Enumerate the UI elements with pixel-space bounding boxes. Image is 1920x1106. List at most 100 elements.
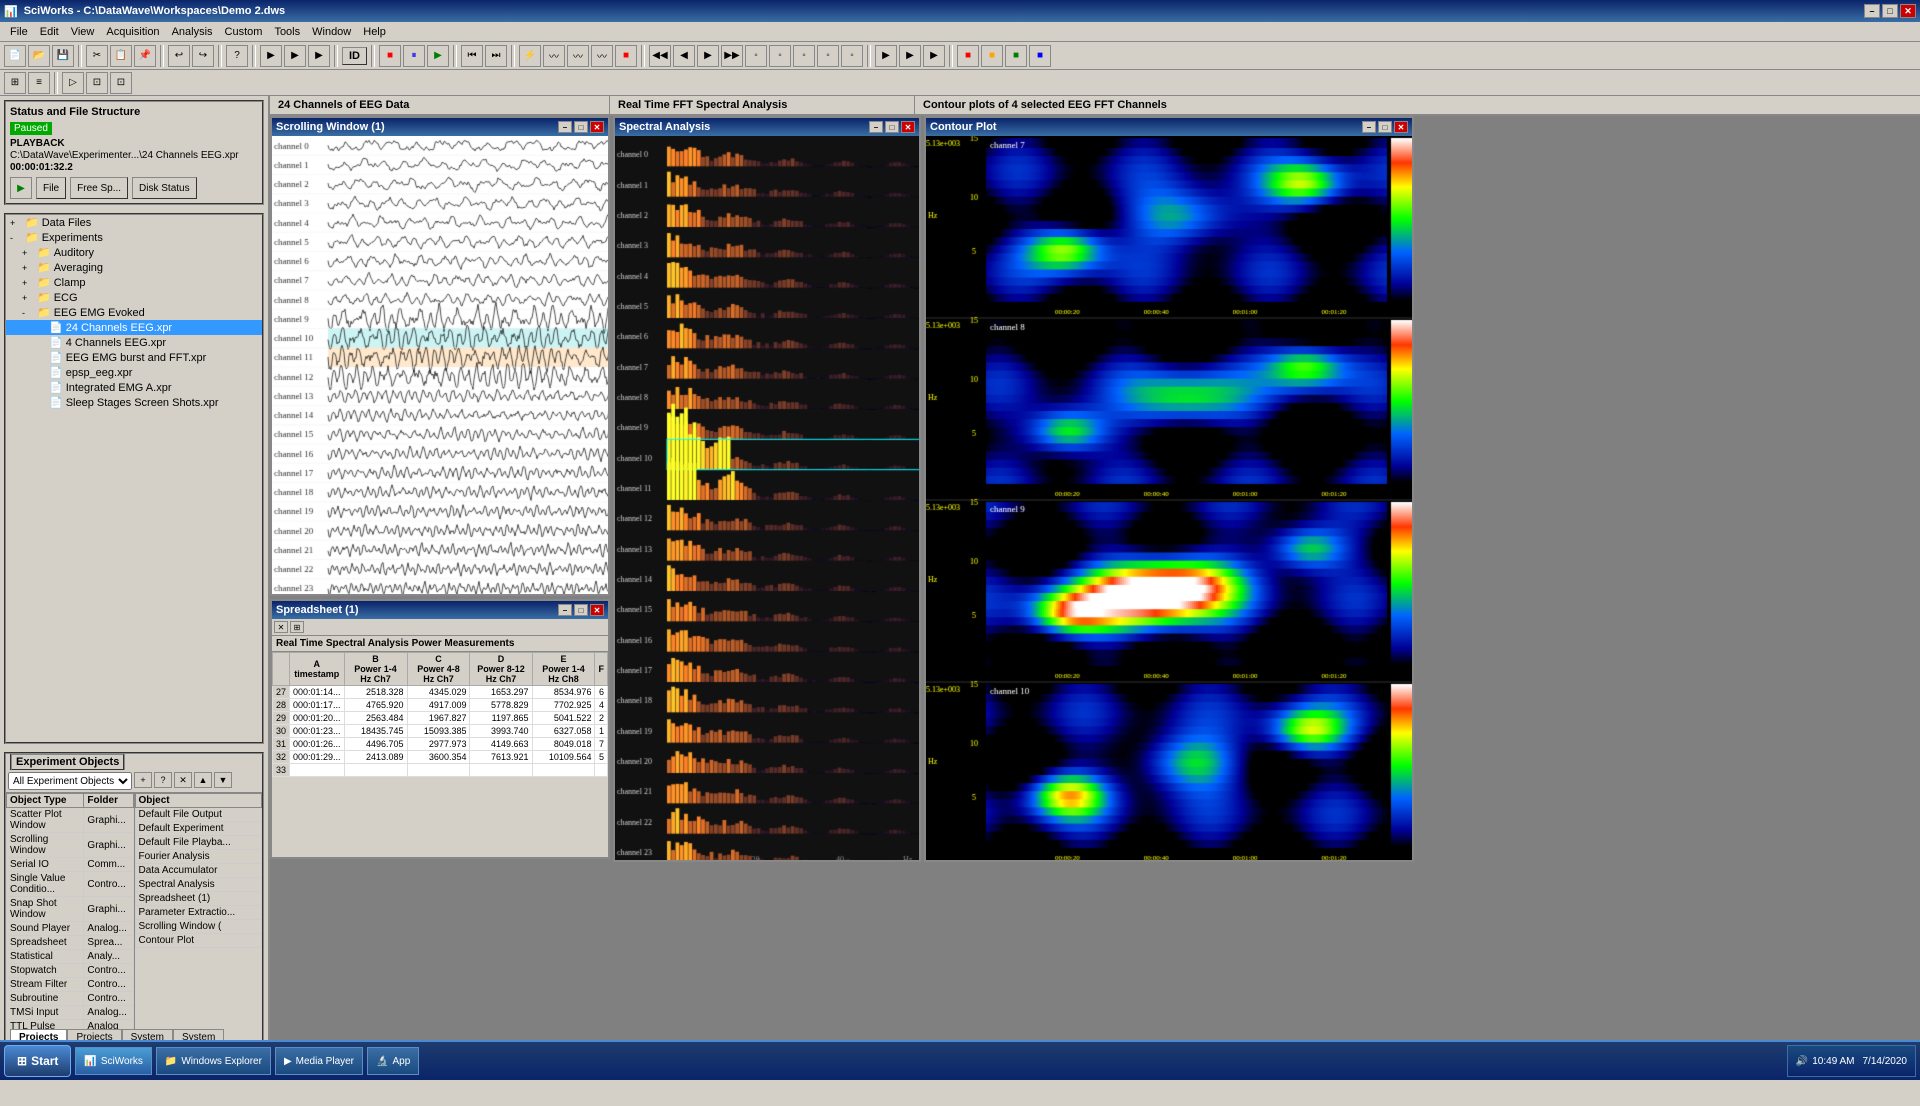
obj-right-row[interactable]: Default Experiment [135, 822, 262, 836]
nav-btn4[interactable]: ▶▶ [721, 45, 743, 67]
sheet-row[interactable]: 29 000:01:20... 2563.484 1967.827 1197.8… [273, 712, 608, 725]
tree-auditory[interactable]: + 📁 Auditory [6, 245, 262, 260]
paste-button[interactable]: 📌 [134, 45, 156, 67]
tree-averaging[interactable]: + 📁 Averaging [6, 260, 262, 275]
tree-ecg[interactable]: + 📁 ECG [6, 290, 262, 305]
spec-close[interactable]: ✕ [901, 121, 915, 133]
obj-type-row[interactable]: StopwatchContro... [7, 964, 134, 978]
acq-btn-1[interactable]: ▶ [260, 45, 282, 67]
view-btn3[interactable]: ▶ [923, 45, 945, 67]
spec-minimize[interactable]: – [869, 121, 883, 133]
layout-btn[interactable]: ≡ [28, 72, 50, 94]
acq-btn-3[interactable]: ▶ [308, 45, 330, 67]
obj-type-row[interactable]: SpreadsheetSprea... [7, 936, 134, 950]
obj-type-row[interactable]: Scrolling WindowGraphi... [7, 833, 134, 858]
nav-btn3[interactable]: ▶ [697, 45, 719, 67]
obj-type-row[interactable]: Sound PlayerAnalog... [7, 922, 134, 936]
obj-type-row[interactable]: SubroutineContro... [7, 992, 134, 1006]
copy-button[interactable]: 📋 [110, 45, 132, 67]
obj-right-row[interactable]: Data Accumulator [135, 864, 262, 878]
view-btn2[interactable]: ▶ [899, 45, 921, 67]
nav-btn9[interactable]: ◦ [841, 45, 863, 67]
redo-button[interactable]: ↪ [192, 45, 214, 67]
menu-edit[interactable]: Edit [34, 24, 65, 40]
sheet-row[interactable]: 28 000:01:17... 4765.920 4917.009 5778.8… [273, 699, 608, 712]
tree-data-files[interactable]: + 📁 Data Files [6, 215, 262, 230]
menu-file[interactable]: File [4, 24, 34, 40]
obj-btn4[interactable]: ▲ [194, 772, 212, 788]
sheet-row[interactable]: 30 000:01:23... 18435.745 15093.385 3993… [273, 725, 608, 738]
taskbar-media[interactable]: ▶ Media Player [275, 1047, 363, 1075]
menu-acquisition[interactable]: Acquisition [100, 24, 165, 40]
menu-analysis[interactable]: Analysis [166, 24, 219, 40]
sheet-data-area[interactable]: Atimestamp BPower 1-4 Hz Ch7 CPower 4-8 … [272, 652, 608, 850]
con-close[interactable]: ✕ [1394, 121, 1408, 133]
fft-btn2[interactable]: 〰 [567, 45, 589, 67]
sheet-btn1[interactable]: ✕ [274, 621, 288, 633]
sheet-row[interactable]: 33 [273, 764, 608, 777]
con-minimize[interactable]: – [1362, 121, 1376, 133]
obj-type-row[interactable]: Serial IOComm... [7, 858, 134, 872]
obj-type-row[interactable]: Stream FilterContro... [7, 978, 134, 992]
minimize-button[interactable]: – [1864, 4, 1880, 18]
obj-btn1[interactable]: + [134, 772, 152, 788]
obj-type-row[interactable]: Single Value Conditio...Contro... [7, 872, 134, 897]
obj-right-row[interactable]: Spreadsheet (1) [135, 892, 262, 906]
fft-btn3[interactable]: 〰 [591, 45, 613, 67]
maximize-button[interactable]: □ [1882, 4, 1898, 18]
view-btn1[interactable]: ▶ [875, 45, 897, 67]
tree-eeg-emg[interactable]: - 📁 EEG EMG Evoked [6, 305, 262, 320]
menu-custom[interactable]: Custom [219, 24, 269, 40]
sw-minimize[interactable]: – [558, 121, 572, 133]
play-ctrl-btn[interactable]: ▶ [10, 177, 32, 199]
freespace-ctrl-btn[interactable]: Free Sp... [70, 177, 128, 199]
cut-button[interactable]: ✂ [86, 45, 108, 67]
obj-right-row[interactable]: Default File Playba... [135, 836, 262, 850]
nav-btn6[interactable]: ◦ [769, 45, 791, 67]
analyze-btn[interactable]: ⚡ [519, 45, 541, 67]
taskbar-scworks[interactable]: 📊 SciWorks [75, 1047, 152, 1075]
obj-right-row[interactable]: Parameter Extractio... [135, 906, 262, 920]
nav-btn7[interactable]: ◦ [793, 45, 815, 67]
menu-view[interactable]: View [65, 24, 101, 40]
file-ctrl-btn[interactable]: File [36, 177, 66, 199]
sheet-row[interactable]: 27 000:01:14... 2518.328 4345.029 1653.2… [273, 686, 608, 699]
tree-sleep[interactable]: 📄 Sleep Stages Screen Shots.xpr [6, 395, 262, 410]
tree-clamp[interactable]: + 📁 Clamp [6, 275, 262, 290]
stop-button[interactable]: ■ [379, 45, 401, 67]
tree-integrated[interactable]: 📄 Integrated EMG A.xpr [6, 380, 262, 395]
red-sq3[interactable]: ■ [1005, 45, 1027, 67]
obj-type-row[interactable]: StatisticalAnaly... [7, 950, 134, 964]
obj-right-row[interactable]: Scrolling Window ( [135, 920, 262, 934]
grid-btn[interactable]: ⊞ [4, 72, 26, 94]
sw-close[interactable]: ✕ [590, 121, 604, 133]
save-button[interactable]: 💾 [52, 45, 74, 67]
obj-right-row[interactable]: Fourier Analysis [135, 850, 262, 864]
sheet-minimize[interactable]: – [558, 604, 572, 616]
start-button[interactable]: ⊞ Start [4, 1045, 71, 1077]
obj-right-row[interactable]: Default File Output [135, 808, 262, 822]
obj-btn2[interactable]: ? [154, 772, 172, 788]
close-button[interactable]: ✕ [1900, 4, 1916, 18]
menu-help[interactable]: Help [357, 24, 392, 40]
id-button[interactable]: ID [342, 47, 367, 65]
new-button[interactable]: 📄 [4, 45, 26, 67]
obj-right-row[interactable]: Spectral Analysis [135, 878, 262, 892]
play-button[interactable]: ▶ [427, 45, 449, 67]
obj-right-row[interactable]: Contour Plot [135, 934, 262, 948]
tree-24ch[interactable]: 📄 24 Channels EEG.xpr [6, 320, 262, 335]
tree-eeg-emg-burst[interactable]: 📄 EEG EMG burst and FFT.xpr [6, 350, 262, 365]
acq-btn-2[interactable]: ▶ [284, 45, 306, 67]
red-sq2[interactable]: ■ [981, 45, 1003, 67]
playback-btn-2[interactable]: ⏭ [485, 45, 507, 67]
undo-button[interactable]: ↩ [168, 45, 190, 67]
pause-button[interactable]: ⏸ [403, 45, 425, 67]
menu-tools[interactable]: Tools [268, 24, 306, 40]
help-button[interactable]: ? [226, 45, 248, 67]
playback-btn-1[interactable]: ⏮ [461, 45, 483, 67]
nav-btn2[interactable]: ◀ [673, 45, 695, 67]
sheet-row[interactable]: 32 000:01:29... 2413.089 3600.354 7613.9… [273, 751, 608, 764]
sheet-close[interactable]: ✕ [590, 604, 604, 616]
tree-4ch[interactable]: 📄 4 Channels EEG.xpr [6, 335, 262, 350]
taskbar-app[interactable]: 🔬 App [367, 1047, 419, 1075]
